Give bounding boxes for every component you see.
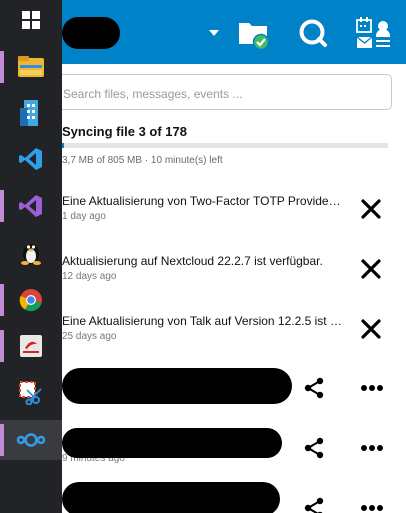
taskbar-snipping-tool[interactable] xyxy=(0,373,62,413)
visual-studio-icon xyxy=(19,195,42,217)
notification-title: Eine Aktualisierung von Talk auf Version… xyxy=(62,314,344,328)
calendar-mail-icon[interactable] xyxy=(356,16,392,50)
vscode-icon xyxy=(19,148,42,170)
sync-progress-bar xyxy=(62,143,388,148)
taskbar-app-building[interactable] xyxy=(0,93,62,133)
taskbar-file-explorer[interactable] xyxy=(0,47,62,87)
taskbar-linux[interactable] xyxy=(0,233,62,273)
chrome-icon xyxy=(19,289,42,312)
taskbar-chrome[interactable] xyxy=(0,280,62,320)
nextcloud-icon xyxy=(16,433,46,447)
nextcloud-tray-window: Search files, messages, events ... Synci… xyxy=(62,0,406,513)
notification-title: Aktualisierung auf Nextcloud 22.2.7 ist … xyxy=(62,254,323,268)
close-icon[interactable] xyxy=(358,196,384,222)
red-app-icon xyxy=(20,335,42,357)
sync-progress-fill xyxy=(62,143,64,148)
redacted-content xyxy=(62,428,282,458)
activity-item[interactable]: 9 minutes ago xyxy=(62,424,406,474)
share-icon[interactable] xyxy=(302,496,326,513)
search-input[interactable]: Search files, messages, events ... xyxy=(62,74,392,110)
notification-time: 25 days ago xyxy=(62,331,117,342)
talk-icon[interactable] xyxy=(298,18,328,48)
redacted-content xyxy=(62,482,280,513)
windows-start-button[interactable] xyxy=(0,0,62,40)
snipping-tool-icon xyxy=(19,381,42,405)
taskbar-visual-studio[interactable] xyxy=(0,186,62,226)
notification-item[interactable]: Aktualisierung auf Nextcloud 22.2.7 ist … xyxy=(62,254,406,302)
share-icon[interactable] xyxy=(302,436,326,460)
notification-title: Eine Aktualisierung von Two-Factor TOTP … xyxy=(62,194,344,208)
more-options-icon[interactable] xyxy=(360,444,384,452)
taskbar-nextcloud[interactable] xyxy=(0,420,62,460)
share-icon[interactable] xyxy=(302,376,326,400)
sync-status-text: 3,7 MB of 805 MB · 10 minute(s) left xyxy=(62,155,223,166)
taskbar-vscode[interactable] xyxy=(0,139,62,179)
file-explorer-icon xyxy=(18,56,44,77)
account-avatar[interactable] xyxy=(62,17,120,49)
taskbar xyxy=(0,0,62,513)
more-options-icon[interactable] xyxy=(360,504,384,512)
taskbar-red-app[interactable] xyxy=(0,326,62,366)
activity-item[interactable] xyxy=(62,364,406,414)
windows-start-icon xyxy=(22,11,40,29)
chevron-down-icon[interactable] xyxy=(206,28,222,38)
more-options-icon[interactable] xyxy=(360,384,384,392)
notification-time: 1 day ago xyxy=(62,211,106,222)
close-icon[interactable] xyxy=(358,256,384,282)
panel-header xyxy=(62,0,406,64)
close-icon[interactable] xyxy=(358,316,384,342)
notification-item[interactable]: Eine Aktualisierung von Two-Factor TOTP … xyxy=(62,194,406,242)
notification-item[interactable]: Eine Aktualisierung von Talk auf Version… xyxy=(62,314,406,362)
sync-title: Syncing file 3 of 178 xyxy=(62,124,187,139)
notification-time: 12 days ago xyxy=(62,271,117,282)
app-building-icon xyxy=(20,100,38,126)
linux-tux-icon xyxy=(21,244,41,265)
redacted-content xyxy=(62,368,292,404)
activity-item[interactable] xyxy=(62,480,406,513)
folder-sync-icon[interactable] xyxy=(238,18,272,50)
